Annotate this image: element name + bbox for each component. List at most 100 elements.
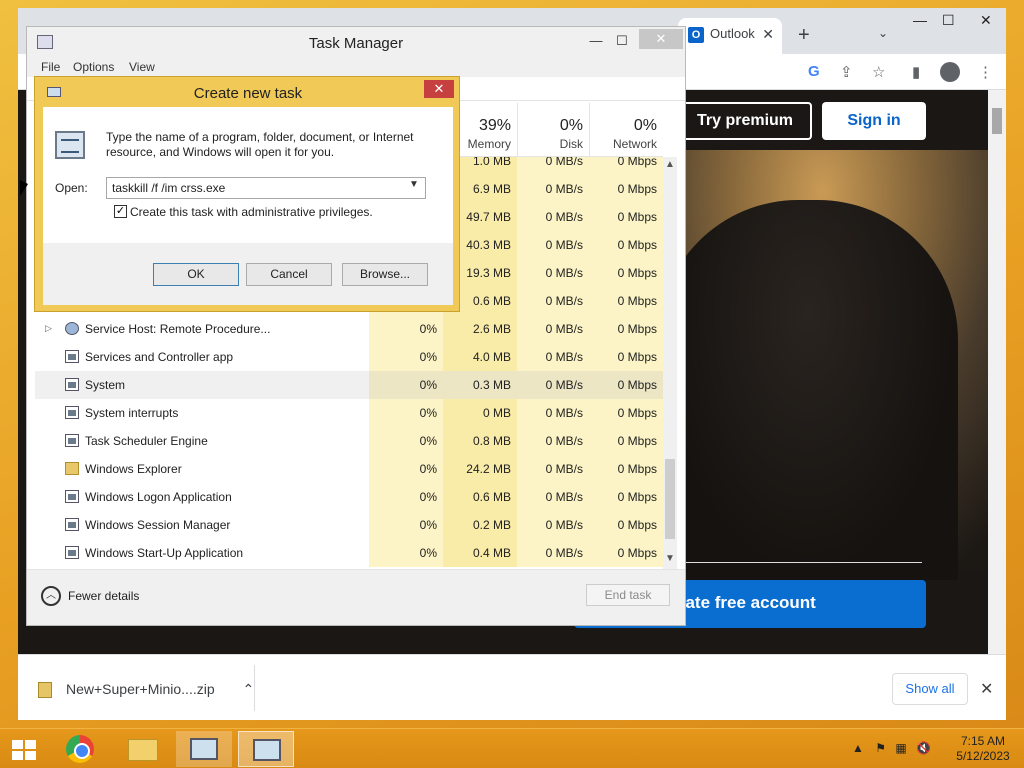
browse-button[interactable]: Browse... (342, 263, 428, 286)
close-icon[interactable]: ✕ (639, 29, 683, 49)
disk-label: Disk (559, 137, 583, 151)
table-row[interactable]: Services and Controller app 0% 4.0 MB 0 MB/… (35, 343, 663, 371)
run-program-icon (55, 131, 85, 159)
minimize-icon[interactable]: — (913, 12, 927, 28)
flag-icon[interactable]: ⚑ (875, 741, 886, 755)
divider (254, 665, 255, 711)
scrollbar-thumb[interactable] (665, 459, 675, 539)
process-icon (65, 350, 79, 363)
folder-icon (65, 462, 79, 475)
clock-date: 5/12/2023 (956, 749, 1010, 763)
network-percent: 0% (633, 117, 657, 134)
service-gear-icon (65, 322, 79, 335)
admin-privileges-label[interactable]: Create this task with administrative pri… (130, 205, 373, 219)
volume-muted-icon[interactable]: 🔇 (916, 741, 931, 755)
scrollbar-thumb[interactable] (992, 108, 1002, 134)
process-list-scrollbar[interactable]: ▲ ▼ (663, 157, 677, 569)
disk-percent: 0% (559, 117, 583, 134)
taskbar-run-dialog[interactable] (238, 731, 294, 767)
process-icon (65, 546, 79, 559)
profile-avatar[interactable] (940, 62, 960, 82)
close-icon[interactable]: ✕ (980, 12, 992, 29)
scroll-up-icon[interactable]: ▲ (665, 159, 675, 170)
new-tab-icon[interactable]: + (798, 24, 810, 47)
maximize-icon[interactable]: ☐ (609, 31, 635, 51)
minimize-icon[interactable]: — (583, 31, 609, 51)
table-row[interactable]: Windows Session Manager 0% 0.2 MB 0 MB/s 0 M… (35, 511, 663, 539)
download-file-name: New+Super+Minio....zip (66, 681, 215, 697)
windows-start-icon[interactable] (12, 740, 36, 760)
menu-file[interactable]: File (41, 60, 60, 74)
table-row[interactable]: System interrupts 0% 0 MB 0 MB/s 0 Mbps (35, 399, 663, 427)
dialog-title: Create new task (193, 85, 303, 102)
process-icon (65, 490, 79, 503)
process-icon (65, 378, 79, 391)
maximize-icon[interactable]: ☐ (942, 12, 955, 29)
column-header-network[interactable]: 0% Network (589, 103, 663, 157)
menu-options[interactable]: Options (73, 60, 114, 74)
title-bar[interactable]: Task Manager — ☐ ✕ (27, 27, 685, 57)
table-row[interactable]: Windows Explorer 0% 24.2 MB 0 MB/s 0 Mbps (35, 455, 663, 483)
task-manager-footer: ︿ Fewer details End task (27, 569, 685, 625)
table-row-selected[interactable]: System 0% 0.3 MB 0 MB/s 0 Mbps (35, 371, 663, 399)
table-row[interactable]: Task Scheduler Engine 0% 0.8 MB 0 MB/s 0 Mbp… (35, 427, 663, 455)
menu-view[interactable]: View (129, 60, 155, 74)
sign-in-button[interactable]: Sign in (822, 102, 926, 140)
system-tray: ▲ ⚑ ▦ 🔇 (852, 741, 931, 755)
dialog-body: Type the name of a program, folder, docu… (43, 107, 453, 305)
chevron-up-icon[interactable]: ▲ (852, 741, 864, 755)
clock-time: 7:15 AM (960, 734, 1006, 748)
close-icon[interactable]: ✕ (980, 679, 993, 699)
browser-tab-label: Outlook (710, 26, 755, 41)
admin-privileges-checkbox[interactable]: ✓ (114, 205, 127, 218)
run-dialog-icon (253, 739, 281, 761)
taskbar-file-explorer[interactable] (114, 731, 170, 767)
page-scrollbar[interactable] (988, 90, 1006, 654)
process-icon (65, 434, 79, 447)
end-task-button[interactable]: End task (586, 584, 670, 606)
chevron-down-icon[interactable]: ⌄ (878, 26, 888, 40)
chevron-up-icon[interactable]: ⌃ (243, 681, 255, 697)
taskbar: ▲ ⚑ ▦ 🔇 7:15 AM 5/12/2023 (0, 728, 1024, 768)
table-row[interactable]: Windows Start-Up Application 0% 0.4 MB 0 MB… (35, 539, 663, 567)
dialog-description: Type the name of a program, folder, docu… (106, 130, 414, 159)
more-menu-icon[interactable]: ⋮ (978, 63, 993, 81)
process-icon (65, 406, 79, 419)
try-premium-button[interactable]: Try premium (678, 102, 812, 140)
network-icon[interactable]: ▦ (895, 741, 906, 755)
taskbar-chrome[interactable] (52, 731, 108, 767)
browser-tab-outlook[interactable]: O Outlook ✕ (678, 18, 782, 54)
scroll-down-icon[interactable]: ▼ (665, 553, 675, 564)
network-label: Network (612, 137, 657, 151)
close-tab-icon[interactable]: ✕ (762, 26, 774, 43)
download-item[interactable]: New+Super+Minio....zip ⌃ (38, 681, 255, 699)
table-row[interactable]: Windows Logon Application 0% 0.6 MB 0 MB/s 0… (35, 483, 663, 511)
side-panel-icon[interactable]: ▮ (912, 63, 920, 81)
show-all-button[interactable]: Show all (892, 673, 968, 705)
ok-button[interactable]: OK (153, 263, 239, 286)
google-icon[interactable]: G (808, 63, 820, 80)
chevron-up-icon[interactable]: ︿ (41, 586, 61, 606)
cancel-button[interactable]: Cancel (246, 263, 332, 286)
fewer-details-link[interactable]: Fewer details (68, 589, 139, 603)
mouse-pointer-icon (20, 180, 28, 196)
open-command-input[interactable]: taskkill /f /im crss.exe (106, 177, 426, 199)
clock[interactable]: 7:15 AM 5/12/2023 (950, 734, 1016, 764)
process-icon (65, 518, 79, 531)
downloads-bar: New+Super+Minio....zip ⌃ Show all ✕ (18, 654, 1006, 720)
expand-arrow-icon[interactable]: ▷ (45, 323, 52, 334)
folder-icon (128, 739, 158, 761)
task-manager-icon (190, 738, 218, 760)
menu-bar: File Options View (27, 57, 685, 77)
open-label: Open: (55, 181, 88, 195)
share-icon[interactable]: ⇪ (840, 63, 853, 81)
taskbar-task-manager[interactable] (176, 731, 232, 767)
close-icon[interactable]: ✕ (424, 80, 454, 98)
chrome-icon (66, 735, 94, 763)
hero-figure (658, 200, 958, 580)
column-header-disk[interactable]: 0% Disk (517, 103, 589, 157)
chevron-down-icon[interactable]: ▼ (409, 179, 419, 190)
table-row[interactable]: ▷ Service Host: Remote Procedure... 0% 2.6 … (35, 315, 663, 343)
outlook-icon: O (688, 26, 704, 43)
bookmark-star-icon[interactable]: ☆ (872, 63, 885, 81)
